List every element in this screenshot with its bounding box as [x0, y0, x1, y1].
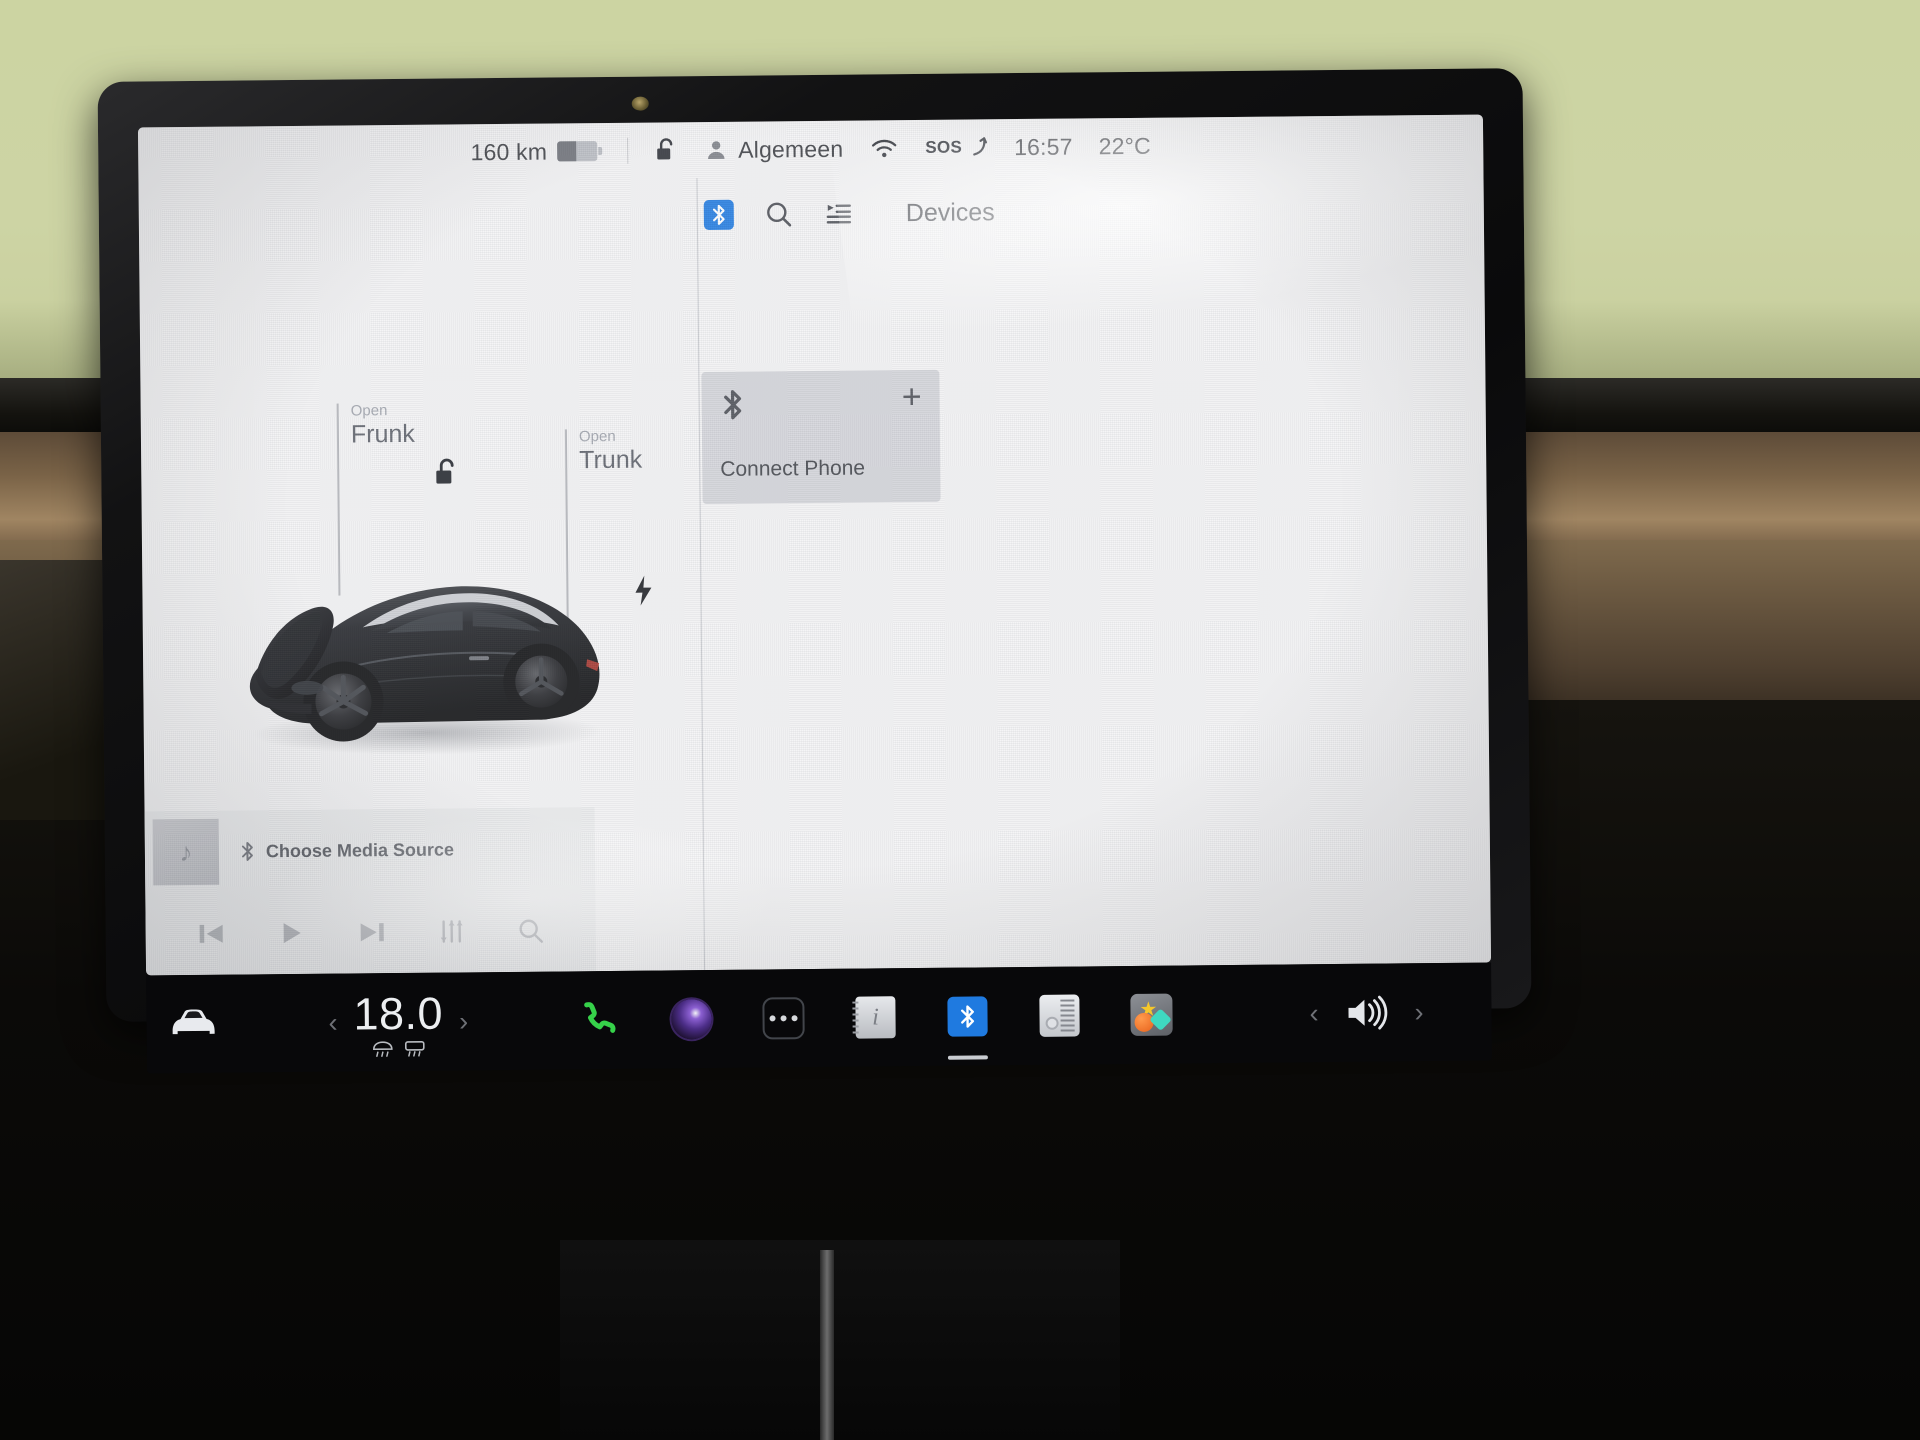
bluetooth-icon	[241, 842, 253, 861]
tesla-touchscreen: 160 km Algemeen SOS 16:57 22°C Open Frun…	[137, 114, 1492, 976]
skip-next-icon[interactable]	[357, 918, 387, 946]
more-apps-icon[interactable]	[760, 995, 806, 1041]
phone-icon	[584, 1002, 616, 1033]
device-search-button[interactable]	[764, 199, 794, 229]
arcade-app-icon[interactable]: ★	[1128, 992, 1174, 1038]
trunk-label: Trunk	[579, 445, 643, 474]
profile-name: Algemeen	[738, 135, 844, 163]
taskbar: ‹ 18.0 › i ★ ‹ ›	[146, 962, 1492, 1074]
defrost-rear-icon[interactable]	[404, 1040, 426, 1057]
battery-icon	[557, 141, 603, 162]
devices-header: Devices	[697, 171, 1483, 231]
bluetooth-icon	[712, 204, 725, 225]
device-list-button[interactable]	[824, 199, 854, 229]
devices-panel: Devices + Connect Phone	[697, 171, 1491, 971]
connect-phone-card[interactable]: + Connect Phone	[701, 369, 941, 505]
temperature-value[interactable]: 18.0	[353, 987, 443, 1040]
devices-title: Devices	[905, 197, 995, 227]
wifi-button[interactable]	[869, 136, 899, 160]
sos-swoosh-icon	[973, 137, 987, 156]
sliders-icon[interactable]	[437, 917, 465, 945]
lock-status-button[interactable]	[654, 136, 678, 164]
arcade-icon: ★	[1130, 993, 1173, 1036]
unlock-icon	[657, 138, 673, 160]
frunk-action: Open	[350, 402, 388, 420]
outside-temperature[interactable]: 22°C	[1099, 132, 1151, 159]
plus-icon[interactable]: +	[902, 378, 922, 416]
search-icon[interactable]	[516, 917, 544, 945]
camera-lens-icon	[671, 999, 712, 1040]
volume-icon[interactable]	[1344, 995, 1388, 1031]
charge-bolt-icon	[635, 575, 652, 606]
car-controls-button[interactable]	[168, 1007, 218, 1041]
defrost-front-icon[interactable]	[372, 1040, 394, 1057]
range-indicator[interactable]: 160 km	[470, 138, 603, 166]
volume-control: ‹ ›	[1241, 994, 1491, 1032]
driver-profile-button[interactable]: Algemeen	[704, 135, 843, 163]
media-player: ♪ Choose Media Source	[144, 807, 597, 976]
camera-app-icon[interactable]	[668, 996, 714, 1042]
bluetooth-app-icon[interactable]	[944, 993, 990, 1039]
toybox-app-icon[interactable]	[1036, 992, 1082, 1038]
sos-label: SOS	[925, 137, 963, 157]
volume-increase-button[interactable]: ›	[1414, 997, 1423, 1028]
sos-button[interactable]: SOS	[925, 136, 988, 159]
touchscreen-bezel: 160 km Algemeen SOS 16:57 22°C Open Frun…	[97, 68, 1532, 1074]
ellipsis-icon	[762, 997, 805, 1040]
volume-decrease-button[interactable]: ‹	[1309, 998, 1318, 1029]
media-source-label: Choose Media Source	[265, 838, 455, 861]
clock[interactable]: 16:57	[1014, 133, 1073, 161]
person-icon	[708, 141, 725, 160]
cabin-camera-icon	[631, 96, 649, 111]
playlist-icon	[826, 204, 852, 224]
album-art: ♪	[152, 818, 220, 886]
choose-media-source-button[interactable]: Choose Media Source	[239, 838, 454, 862]
bluetooth-icon	[724, 390, 742, 420]
phone-app-icon[interactable]	[576, 997, 622, 1043]
skip-previous-icon[interactable]	[197, 920, 227, 948]
wifi-icon	[872, 139, 897, 158]
screen-stand	[560, 1240, 1120, 1440]
climate-control: ‹ 18.0 ›	[328, 987, 468, 1057]
temp-increase-button[interactable]: ›	[459, 1006, 468, 1037]
vehicle-control-panel: Open Frunk Open Trunk ♪ Choose Media Sou…	[138, 178, 704, 976]
trunk-action: Open	[578, 427, 616, 446]
photograph-scene: 160 km Algemeen SOS 16:57 22°C Open Frun…	[0, 0, 1920, 1440]
play-icon[interactable]	[278, 919, 306, 947]
manual-app-icon[interactable]: i	[852, 994, 898, 1040]
bluetooth-toggle-button[interactable]	[703, 199, 734, 231]
toybox-icon	[1039, 994, 1080, 1037]
frunk-label: Frunk	[350, 419, 415, 448]
range-value: 160 km	[470, 138, 548, 165]
search-icon	[767, 202, 792, 227]
temp-decrease-button[interactable]: ‹	[328, 1007, 337, 1038]
connect-phone-label: Connect Phone	[720, 456, 866, 481]
music-note-icon: ♪	[179, 836, 193, 867]
screen-stand-column	[820, 1250, 834, 1440]
vehicle-unlock-icon[interactable]	[431, 455, 461, 489]
info-manual-icon: i	[855, 996, 896, 1039]
bluetooth-icon	[947, 996, 988, 1037]
status-divider	[627, 137, 629, 164]
vehicle-illustration	[249, 586, 602, 755]
media-transport-controls	[145, 889, 596, 975]
